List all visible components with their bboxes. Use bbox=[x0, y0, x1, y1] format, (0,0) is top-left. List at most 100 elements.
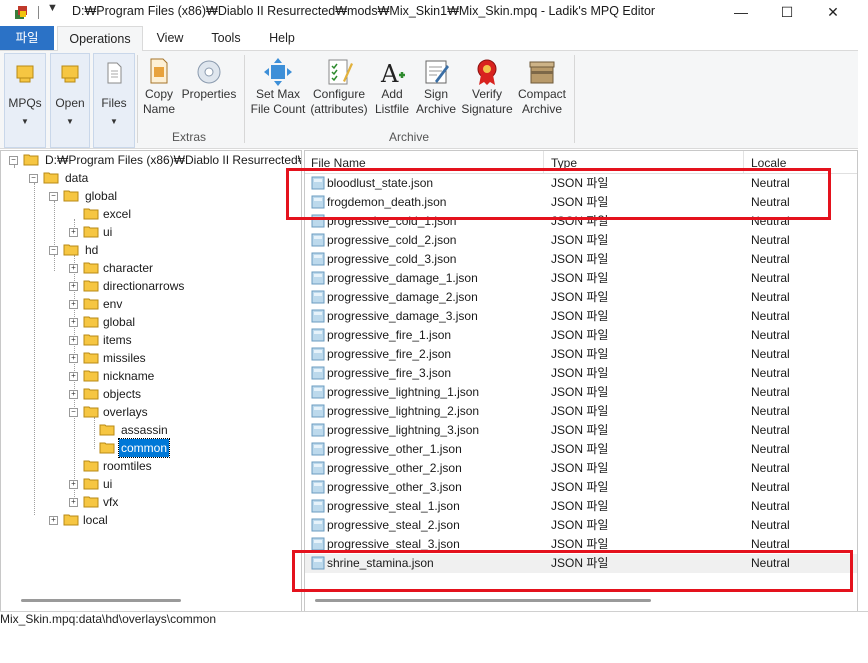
expand-icon[interactable]: + bbox=[69, 372, 78, 381]
table-row[interactable]: bloodlust_state.json JSON 파일 Neutral bbox=[305, 174, 857, 193]
properties-label: Properties bbox=[181, 87, 237, 101]
sign-archive-button[interactable]: Sign Archive bbox=[414, 57, 458, 117]
window-title: D:₩Program Files (x86)₩Diablo II Resurre… bbox=[72, 4, 656, 18]
expand-icon[interactable]: + bbox=[69, 498, 78, 507]
tab-operations[interactable]: Operations bbox=[57, 26, 143, 52]
expand-icon[interactable]: + bbox=[69, 264, 78, 273]
certificate-ribbon-icon bbox=[477, 59, 497, 85]
expand-icon[interactable]: + bbox=[69, 228, 78, 237]
verify-signature-button[interactable]: Verify Signature bbox=[460, 57, 514, 117]
column-divider[interactable] bbox=[543, 151, 544, 173]
table-row[interactable]: progressive_lightning_2.json JSON 파일 Neutr… bbox=[305, 402, 857, 421]
files-button[interactable]: Files ▼ bbox=[93, 53, 135, 148]
folder-open-icon bbox=[83, 406, 99, 418]
expand-icon[interactable]: + bbox=[69, 390, 78, 399]
table-row[interactable]: progressive_cold_3.json JSON 파일 Neutral bbox=[305, 250, 857, 269]
table-row[interactable]: shrine_stamina.json JSON 파일 Neutral bbox=[305, 554, 857, 573]
table-row[interactable]: frogdemon_death.json JSON 파일 Neutral bbox=[305, 193, 857, 212]
file-name-cell: progressive_cold_1.json bbox=[327, 214, 457, 228]
table-row[interactable]: progressive_fire_2.json JSON 파일 Neutral bbox=[305, 345, 857, 364]
table-row[interactable]: progressive_other_2.json JSON 파일 Neutral bbox=[305, 459, 857, 478]
expand-icon[interactable]: + bbox=[69, 300, 78, 309]
table-row[interactable]: progressive_cold_2.json JSON 파일 Neutral bbox=[305, 231, 857, 250]
tree-node-label: character bbox=[103, 261, 154, 275]
table-row[interactable]: progressive_steal_1.json JSON 파일 Neutral bbox=[305, 497, 857, 516]
table-row[interactable]: progressive_fire_1.json JSON 파일 Neutral bbox=[305, 326, 857, 345]
collapse-icon[interactable]: − bbox=[69, 408, 78, 417]
json-file-icon bbox=[311, 195, 325, 209]
close-button[interactable]: ✕ bbox=[810, 0, 856, 24]
add-label-1: Add bbox=[381, 87, 403, 101]
collapse-icon[interactable]: − bbox=[29, 174, 38, 183]
file-type-cell: JSON 파일 bbox=[551, 214, 609, 228]
table-row[interactable]: progressive_damage_1.json JSON 파일 Neutral bbox=[305, 269, 857, 288]
chevron-down-icon: ▼ bbox=[21, 117, 29, 126]
compact-archive-button[interactable]: Compact Archive bbox=[514, 57, 570, 117]
maximize-button[interactable]: ☐ bbox=[764, 0, 810, 24]
table-row[interactable]: progressive_damage_2.json JSON 파일 Neutral bbox=[305, 288, 857, 307]
collapse-icon[interactable]: − bbox=[49, 246, 58, 255]
mpqs-button[interactable]: MPQs ▼ bbox=[4, 53, 46, 148]
file-type-cell: JSON 파일 bbox=[551, 442, 609, 456]
verify-label-1: Verify bbox=[471, 87, 502, 101]
quick-access-dropdown-icon[interactable]: ▼ bbox=[47, 2, 58, 14]
tree-node-label: local bbox=[83, 513, 108, 527]
table-row[interactable]: progressive_other_3.json JSON 파일 Neutral bbox=[305, 478, 857, 497]
archive-box-icon bbox=[529, 61, 555, 84]
column-header-file-name[interactable]: File Name bbox=[311, 156, 366, 170]
json-file-icon bbox=[311, 328, 325, 342]
expand-icon[interactable]: + bbox=[69, 354, 78, 363]
column-header-locale[interactable]: Locale bbox=[751, 156, 786, 170]
configure-label-1: Configure bbox=[312, 87, 366, 101]
table-row[interactable]: progressive_cold_1.json JSON 파일 Neutral bbox=[305, 212, 857, 231]
folder-icon bbox=[83, 262, 99, 274]
json-file-icon bbox=[311, 347, 325, 361]
file-type-cell: JSON 파일 bbox=[551, 290, 609, 304]
file-type-cell: JSON 파일 bbox=[551, 480, 609, 494]
minimize-button[interactable]: — bbox=[718, 0, 764, 24]
open-button[interactable]: Open ▼ bbox=[50, 53, 90, 148]
file-name-cell: bloodlust_state.json bbox=[327, 176, 434, 190]
file-name-cell: progressive_lightning_2.json bbox=[327, 404, 480, 418]
tab-help[interactable]: Help bbox=[256, 26, 308, 50]
column-divider[interactable] bbox=[743, 151, 744, 173]
expand-icon[interactable]: + bbox=[69, 282, 78, 291]
expand-icon[interactable]: + bbox=[69, 480, 78, 489]
folder-tree[interactable]: − D:₩Program Files (x86)₩Diablo II Resur… bbox=[0, 150, 302, 612]
table-row[interactable]: progressive_steal_2.json JSON 파일 Neutral bbox=[305, 516, 857, 535]
tree-line bbox=[94, 417, 95, 449]
properties-button[interactable]: Properties bbox=[180, 57, 238, 102]
collapse-icon[interactable]: − bbox=[49, 192, 58, 201]
file-locale-cell: Neutral bbox=[751, 480, 790, 494]
expand-icon[interactable]: + bbox=[49, 516, 58, 525]
folder-icon bbox=[83, 370, 99, 382]
set-max-file-count-button[interactable]: Set Max File Count bbox=[248, 57, 308, 117]
expand-icon[interactable]: + bbox=[69, 336, 78, 345]
folder-open-icon bbox=[23, 154, 39, 166]
table-row[interactable]: progressive_damage_3.json JSON 파일 Neutral bbox=[305, 307, 857, 326]
folder-icon bbox=[83, 208, 99, 220]
add-listfile-button[interactable]: A Add Listfile bbox=[370, 57, 414, 117]
tab-tools[interactable]: Tools bbox=[200, 26, 252, 50]
svg-text:A: A bbox=[380, 60, 399, 87]
sign-label-2: Archive bbox=[415, 102, 456, 116]
file-list[interactable]: File Name Type Locale bloodlust_state.js… bbox=[304, 150, 858, 612]
status-bar-path: Mix_Skin.mpq:data\hd\overlays\common bbox=[0, 612, 217, 626]
file-locale-cell: Neutral bbox=[751, 537, 790, 551]
table-row[interactable]: progressive_lightning_3.json JSON 파일 Neutr… bbox=[305, 421, 857, 440]
column-header-type[interactable]: Type bbox=[551, 156, 577, 170]
expand-icon[interactable]: + bbox=[69, 318, 78, 327]
sign-document-icon bbox=[425, 60, 449, 84]
tab-file[interactable]: 파일 bbox=[0, 26, 54, 50]
configure-attributes-button[interactable]: Configure (attributes) bbox=[310, 57, 368, 117]
table-row[interactable]: progressive_lightning_1.json JSON 파일 Neutr… bbox=[305, 383, 857, 402]
copy-name-button[interactable]: Copy Name bbox=[140, 57, 178, 117]
table-row[interactable]: progressive_steal_3.json JSON 파일 Neutral bbox=[305, 535, 857, 554]
table-row[interactable]: progressive_fire_3.json JSON 파일 Neutral bbox=[305, 364, 857, 383]
table-row[interactable]: progressive_other_1.json JSON 파일 Neutral bbox=[305, 440, 857, 459]
app-icon[interactable] bbox=[13, 4, 29, 20]
tree-horizontal-scrollbar[interactable] bbox=[21, 599, 181, 602]
tab-view[interactable]: View bbox=[144, 26, 196, 50]
list-horizontal-scrollbar[interactable] bbox=[315, 599, 651, 602]
collapse-icon[interactable]: − bbox=[9, 156, 18, 165]
